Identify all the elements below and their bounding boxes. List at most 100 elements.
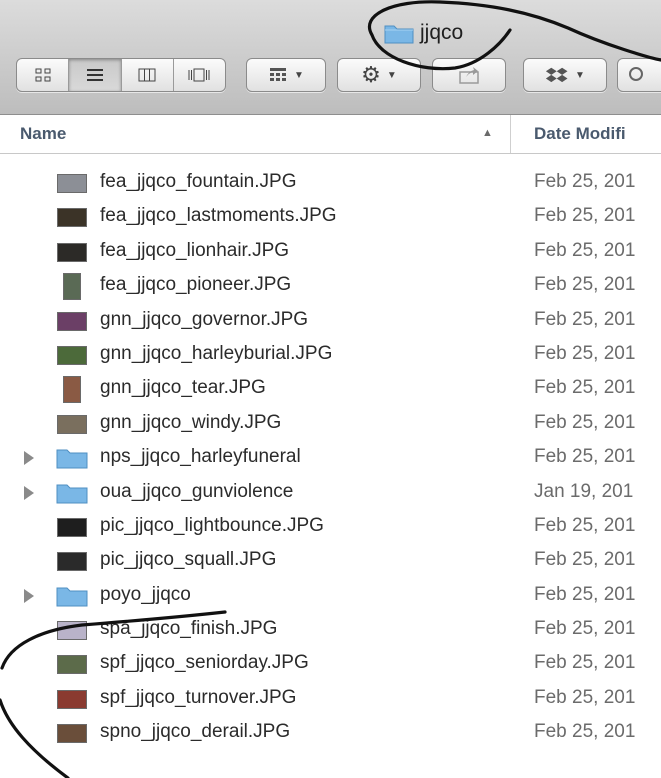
disclosure-triangle-icon[interactable] (24, 485, 34, 500)
name-column-header[interactable]: Name (20, 124, 66, 144)
folder-icon (56, 484, 88, 504)
file-date-modified: Feb 25, 201 (534, 549, 636, 571)
file-name: fea_jjqco_fountain.JPG (100, 171, 297, 192)
file-name: nps_jjqco_harleyfuneral (100, 446, 301, 468)
search-field[interactable] (617, 58, 661, 92)
coverflow-view-button[interactable] (174, 59, 225, 91)
date-modified-column-header[interactable]: Date Modifi (534, 124, 626, 144)
column-view-icon (138, 68, 156, 82)
list-view-icon (86, 69, 103, 81)
image-thumbnail-icon (57, 242, 87, 262)
list-view-button[interactable] (69, 59, 122, 91)
dropbox-button[interactable]: ▼ (523, 58, 607, 92)
icon-view-icon (35, 68, 51, 82)
file-row[interactable]: pic_jjqco_squall.JPG Feb 25, 201 (0, 544, 661, 578)
file-name: gnn_jjqco_tear.JPG (100, 377, 266, 399)
image-thumbnail-icon (57, 174, 87, 193)
arrange-icon (270, 68, 287, 81)
file-name: poyo_jjqco (100, 583, 191, 605)
file-name: fea_jjqco_pioneer.JPG (100, 274, 292, 296)
file-row[interactable]: spf_jjqco_seniorday.JPG Feb 25, 201 (0, 647, 661, 681)
image-thumbnail-icon (57, 655, 87, 675)
file-date-modified: Feb 25, 201 (534, 618, 636, 640)
window-title: jjqco (384, 18, 463, 48)
image-thumbnail-icon (57, 414, 87, 434)
folder-icon (56, 587, 88, 607)
image-thumbnail-icon (57, 517, 87, 537)
chevron-down-icon: ▼ (386, 69, 397, 81)
file-name: spa_jjqco_finish.JPG (100, 618, 278, 640)
file-name: gnn_jjqco_windy.JPG (100, 411, 282, 433)
file-name: spf_jjqco_seniorday.JPG (100, 652, 309, 674)
disclosure-triangle-icon[interactable] (24, 451, 34, 466)
share-button[interactable] (432, 58, 506, 92)
folder-row[interactable]: poyo_jjqco Feb 25, 201 (0, 579, 661, 613)
arrange-button[interactable]: ▼ (246, 58, 326, 92)
file-name: fea_jjqco_lastmoments.JPG (100, 205, 337, 227)
view-mode-segmented-control[interactable] (16, 58, 226, 92)
file-date-modified: Feb 25, 201 (534, 583, 636, 605)
file-name: gnn_jjqco_harleyburial.JPG (100, 342, 333, 364)
file-date-modified: Feb 25, 201 (534, 514, 636, 536)
file-row[interactable]: pic_jjqco_lightbounce.JPG Feb 25, 201 (0, 510, 661, 544)
image-thumbnail-icon (57, 345, 87, 365)
file-date-modified: Feb 25, 201 (534, 239, 636, 261)
folder-icon (56, 449, 88, 469)
file-date-modified: Feb 25, 201 (534, 721, 636, 743)
toolbar: jjqco ▼ ⚙ ▼ ▼ (0, 0, 661, 115)
file-name: gnn_jjqco_governor.JPG (100, 308, 309, 330)
image-thumbnail-icon (63, 273, 81, 301)
file-row[interactable]: gnn_jjqco_tear.JPG Feb 25, 201 (0, 372, 661, 406)
file-row[interactable]: fea_jjqco_fountain.JPG Feb 25, 201 (0, 166, 661, 200)
image-thumbnail-icon (57, 208, 87, 228)
search-icon (629, 67, 643, 81)
image-thumbnail-icon (57, 621, 87, 641)
file-row[interactable]: gnn_jjqco_harleyburial.JPG Feb 25, 201 (0, 338, 661, 372)
file-name: oua_jjqco_gunviolence (100, 480, 294, 502)
share-icon (459, 67, 479, 84)
coverflow-view-icon (188, 68, 210, 82)
file-list: fea_jjqco_fountain.JPG Feb 25, 201 fea_jjq… (0, 166, 661, 751)
file-date-modified: Feb 25, 201 (534, 652, 636, 674)
action-button[interactable]: ⚙ ▼ (337, 58, 421, 92)
file-name: pic_jjqco_lightbounce.JPG (100, 514, 324, 536)
file-date-modified: Feb 25, 201 (534, 308, 636, 330)
file-date-modified: Jan 19, 201 (534, 480, 634, 502)
window-title-text: jjqco (420, 21, 464, 44)
file-row[interactable]: spno_jjqco_derail.JPG Feb 25, 201 (0, 716, 661, 750)
file-date-modified: Feb 25, 201 (534, 446, 636, 468)
file-row[interactable]: fea_jjqco_lastmoments.JPG Feb 25, 201 (0, 200, 661, 234)
gear-icon: ⚙ (361, 62, 381, 87)
column-divider[interactable] (510, 115, 511, 153)
file-date-modified: Feb 25, 201 (534, 342, 636, 364)
file-date-modified: Feb 25, 201 (534, 274, 636, 296)
file-row[interactable]: spa_jjqco_finish.JPG Feb 25, 201 (0, 613, 661, 647)
folder-icon (384, 25, 414, 44)
disclosure-triangle-icon[interactable] (24, 588, 34, 603)
folder-row[interactable]: oua_jjqco_gunviolence Jan 19, 201 (0, 476, 661, 510)
image-thumbnail-icon (57, 311, 87, 331)
image-thumbnail-icon (57, 724, 87, 744)
file-row[interactable]: fea_jjqco_pioneer.JPG Feb 25, 201 (0, 269, 661, 303)
icon-view-button[interactable] (17, 59, 70, 91)
file-name: spf_jjqco_turnover.JPG (100, 686, 297, 708)
file-name: pic_jjqco_squall.JPG (100, 549, 277, 571)
folder-row[interactable]: nps_jjqco_harleyfuneral Feb 25, 201 (0, 441, 661, 475)
file-row[interactable]: gnn_jjqco_windy.JPG Feb 25, 201 (0, 407, 661, 441)
file-name: fea_jjqco_lionhair.JPG (100, 239, 290, 261)
chevron-down-icon: ▼ (575, 69, 585, 81)
image-thumbnail-icon (63, 376, 81, 404)
file-row[interactable]: spf_jjqco_turnover.JPG Feb 25, 201 (0, 682, 661, 716)
file-date-modified: Feb 25, 201 (534, 205, 636, 227)
image-thumbnail-icon (57, 689, 87, 709)
file-date-modified: Feb 25, 201 (534, 411, 636, 433)
dropbox-icon (545, 67, 568, 83)
file-date-modified: Feb 25, 201 (534, 686, 636, 708)
image-thumbnail-icon (57, 552, 87, 572)
file-row[interactable]: fea_jjqco_lionhair.JPG Feb 25, 201 (0, 235, 661, 269)
file-name: spno_jjqco_derail.JPG (100, 721, 291, 743)
column-view-button[interactable] (122, 59, 174, 91)
file-row[interactable]: gnn_jjqco_governor.JPG Feb 25, 201 (0, 304, 661, 338)
sort-ascending-icon: ▲ (482, 127, 493, 139)
file-date-modified: Feb 25, 201 (534, 171, 636, 192)
